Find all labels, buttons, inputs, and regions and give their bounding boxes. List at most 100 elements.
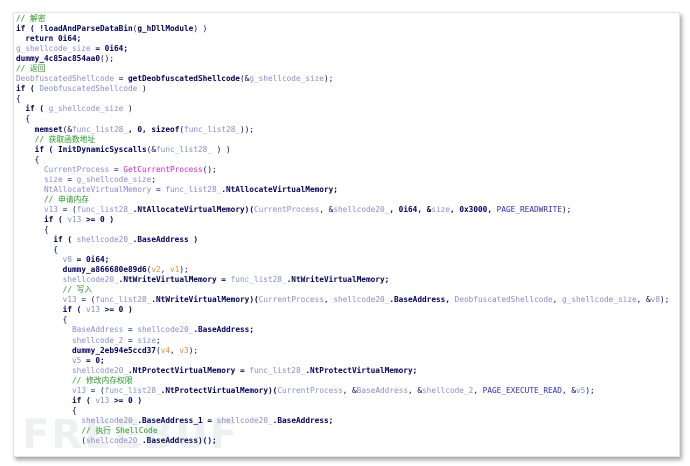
pseudocode-view[interactable]: // 解密 if ( !loadAndParseDataBin(g_hDllMod…	[16, 14, 669, 446]
code-line: // 解密	[16, 14, 669, 24]
code-text: , 0x3000,	[450, 204, 497, 214]
code-variable: shellcode20_	[16, 415, 138, 425]
code-text: = 0i64;	[90, 44, 128, 54]
code-line: shellcode20_.BaseAddress_1 = shellcode20…	[16, 416, 669, 426]
code-argument: v4	[160, 345, 170, 355]
code-line: {	[16, 245, 669, 255]
code-line: v13 = (func_list28_.NtWriteVirtualMemory…	[16, 295, 670, 305]
code-variable: CurrentProcess	[277, 385, 343, 395]
code-punct: (&	[146, 144, 156, 154]
code-argument: v1	[170, 265, 180, 275]
code-text: , 0i64, &	[389, 204, 432, 214]
code-text: = 0i64;	[72, 255, 110, 265]
code-comment: // 解密	[16, 14, 46, 23]
code-comment: // 返回	[16, 64, 46, 74]
code-variable: func_list28_	[72, 124, 129, 134]
code-line: v8 = 0i64;	[16, 255, 669, 265]
code-variable: CurrentProcess	[258, 295, 324, 305]
code-punct: (	[16, 435, 86, 445]
code-variable: size	[137, 335, 156, 345]
code-punct: ,	[552, 295, 562, 305]
code-text: .NtWriteVirtualMemory;	[286, 275, 390, 285]
code-punct: , &	[407, 385, 422, 395]
code-punct: , &	[636, 295, 651, 305]
code-punct: ,	[170, 345, 180, 355]
code-line: dummy_4c85ac854aa0();	[16, 54, 669, 64]
code-text: .NtWriteVirtualMemory =	[118, 275, 231, 285]
code-comment: // 写入	[16, 285, 93, 295]
code-text: sizeof	[151, 124, 180, 134]
code-punct: ,	[473, 385, 483, 395]
code-text: if ( !	[16, 24, 44, 34]
code-punct: ,	[160, 265, 171, 275]
code-punct: {	[16, 224, 49, 234]
code-line: BaseAddress = shellcode20_.BaseAddress;	[16, 325, 669, 335]
code-line: if ( !loadAndParseDataBin(g_hDllModule) …	[16, 24, 669, 34]
code-punct: , &	[319, 204, 334, 214]
code-line: if ( shellcode20_.BaseAddress )	[16, 235, 669, 245]
code-punct: {	[16, 154, 40, 164]
code-variable: shellcode20_	[333, 204, 390, 214]
code-line: DeobfuscatedShellcode = getDeobfuscatedS…	[16, 74, 669, 84]
code-punct: {	[16, 114, 30, 124]
code-line: return 0i64;	[16, 34, 669, 44]
code-text: .NtWriteVirtualMemory)(	[151, 295, 259, 305]
code-comment: // 申请内存	[16, 194, 89, 204]
code-punct: , &	[561, 385, 576, 395]
code-variable: v5	[575, 385, 586, 395]
code-text: if (	[16, 104, 49, 114]
code-line: shellcode_2 = size;	[16, 336, 669, 346]
code-text: g_hDllModule	[137, 24, 194, 34]
code-punct: ();	[100, 54, 114, 64]
code-punct: ;	[151, 174, 156, 184]
code-line: shellcode20_.NtProtectVirtualMemory = fu…	[16, 366, 669, 376]
code-punct: ;	[156, 335, 161, 345]
code-comment: // 执行 ShellCode	[16, 425, 158, 435]
code-text: .NtAllocateVirtualMemory)(	[132, 204, 254, 214]
code-variable: size	[431, 204, 450, 214]
code-line: {	[16, 225, 669, 235]
code-variable: shellcode20_	[16, 365, 128, 375]
code-variable: v13	[67, 214, 82, 224]
code-punct: =	[62, 174, 77, 184]
code-line: v13 = (func_list28_.NtProtectVirtualMemo…	[16, 386, 669, 396]
code-variable: v13	[95, 395, 110, 405]
code-variable: NtAllocateVirtualMemory	[16, 184, 152, 194]
code-line: if ( v13 >= 0 )	[16, 215, 669, 225]
code-text: return 0i64;	[16, 34, 82, 44]
code-text: .BaseAddress;	[272, 415, 334, 425]
code-variable: func_list28_	[184, 124, 241, 134]
code-punct: );	[323, 74, 334, 84]
code-punct: {	[16, 94, 21, 104]
code-text: memset	[16, 124, 63, 134]
code-variable: func_list28_	[76, 204, 133, 214]
code-variable: v13	[16, 204, 58, 214]
code-text: dummy_4c85ac854aa0	[16, 54, 100, 64]
code-line: dummy_a866680e89d6(v2, v1);	[16, 265, 669, 275]
code-punct: =	[151, 184, 166, 194]
code-api-call: GetCurrentProcess	[123, 164, 203, 174]
code-text: if (	[16, 395, 96, 405]
code-variable: shellcode_2	[16, 335, 124, 345]
code-variable: func_list28_	[230, 275, 287, 285]
code-constant: PAGE_READWRITE	[496, 204, 562, 214]
code-line: {	[16, 114, 669, 124]
code-punct: )	[123, 104, 133, 114]
code-line: // 返回	[16, 64, 669, 74]
code-line: NtAllocateVirtualMemory = func_list28_.N…	[16, 185, 669, 195]
code-text: if (	[16, 84, 40, 94]
code-punct: ) )	[212, 144, 231, 154]
code-text: .NtProtectVirtualMemory)(	[160, 385, 278, 395]
code-punct: =	[123, 335, 138, 345]
code-variable: shellcode20_	[333, 295, 390, 305]
code-line: {	[16, 155, 669, 165]
code-line: g_shellcode_size = 0i64;	[16, 44, 669, 54]
code-line: shellcode20_.NtWriteVirtualMemory = func…	[16, 275, 669, 285]
code-line: // 修改内存权限	[16, 376, 669, 386]
code-variable: BaseAddress	[16, 325, 124, 335]
code-text: if (	[16, 305, 86, 315]
code-punct: =	[113, 74, 128, 84]
code-text: .BaseAddress_1 =	[137, 415, 217, 425]
code-text: .NtAllocateVirtualMemory;	[221, 184, 338, 194]
code-variable: v8	[650, 295, 660, 305]
